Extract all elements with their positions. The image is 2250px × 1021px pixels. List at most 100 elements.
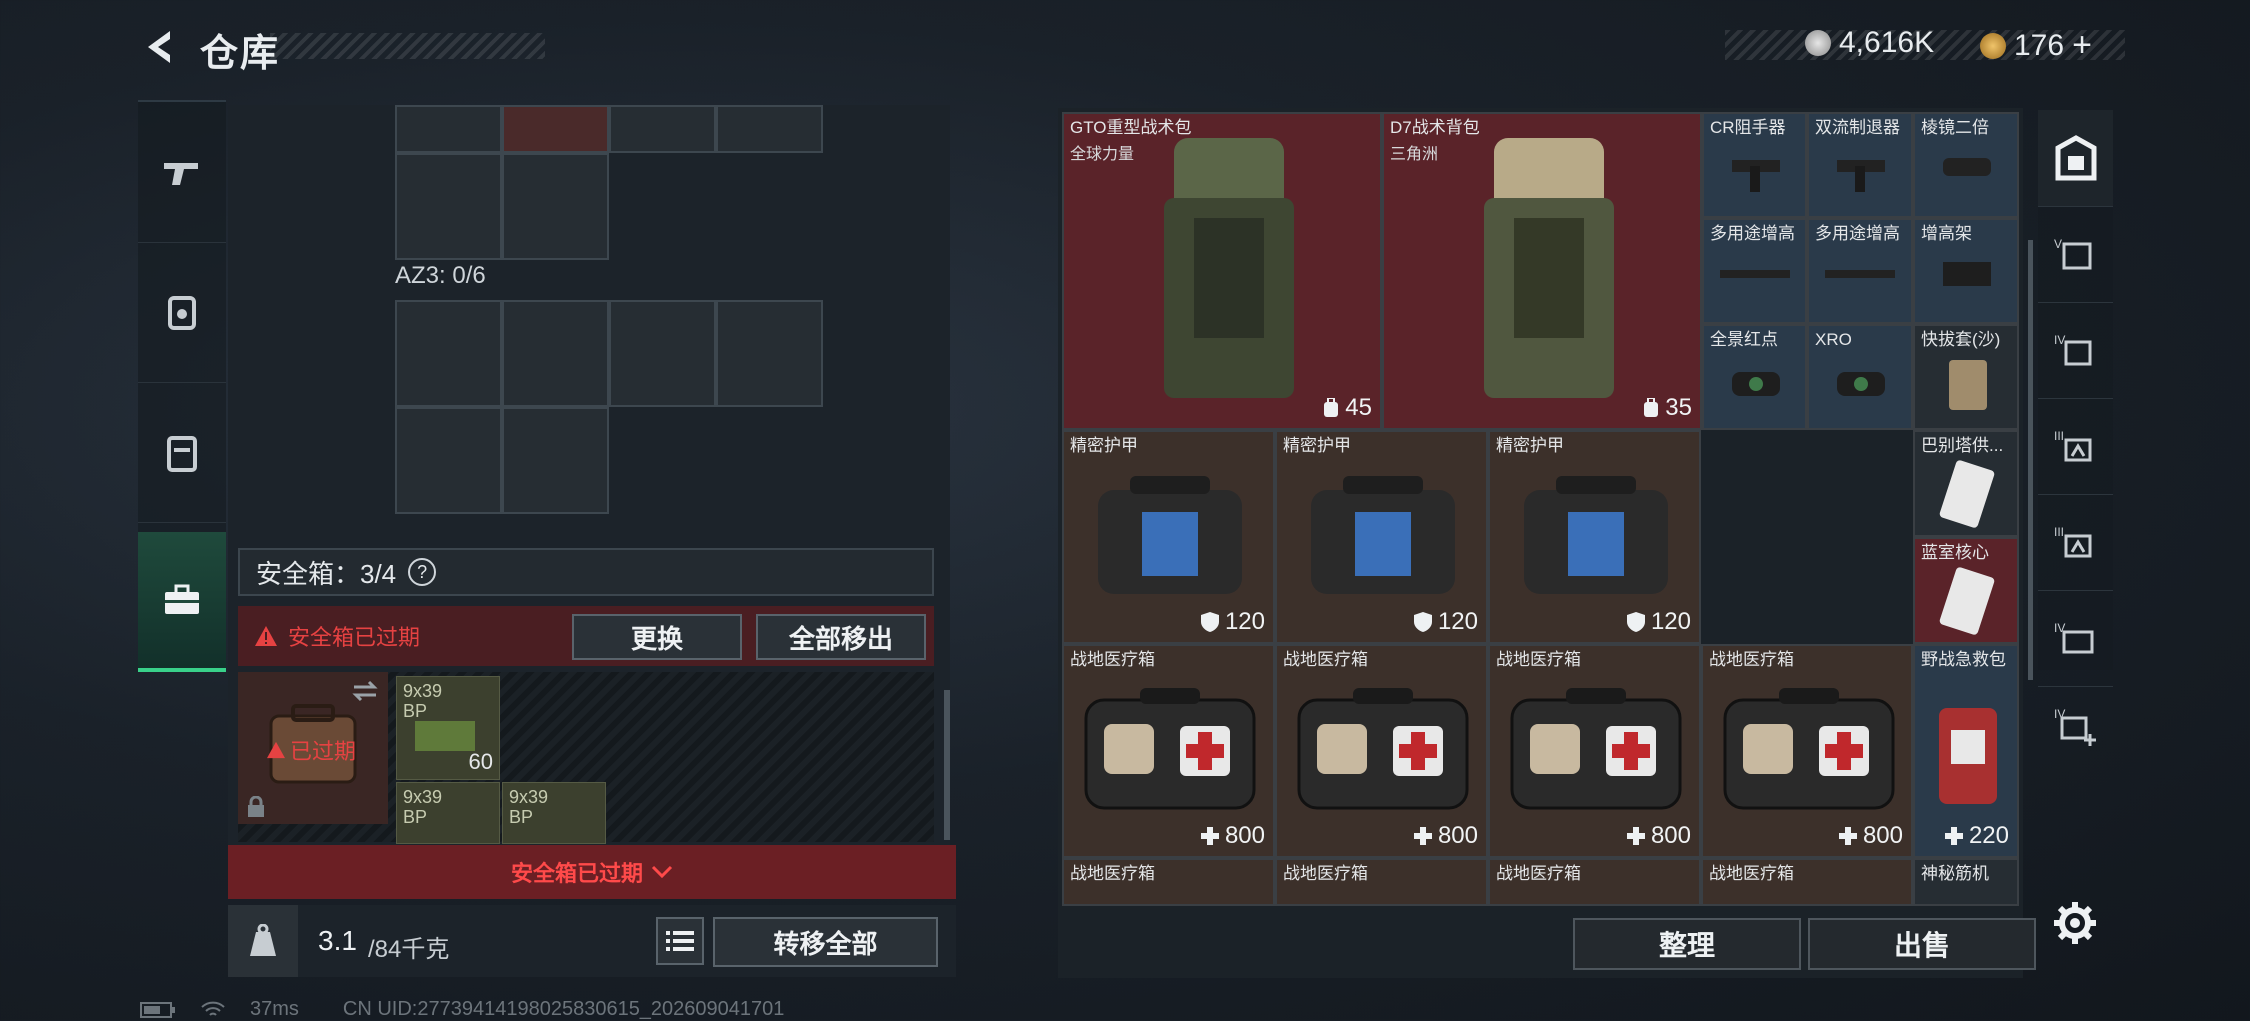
storage-item[interactable]: 战地医疗箱 800 (1701, 644, 1913, 858)
tab-safe-box[interactable] (138, 532, 226, 672)
list-view-button[interactable] (656, 917, 704, 965)
az3-slot[interactable] (502, 300, 609, 407)
grid-slot[interactable] (395, 105, 502, 153)
item-value-text: 800 (1224, 822, 1265, 849)
item-name: 野战急救包 (1921, 650, 2006, 669)
ammo-item[interactable]: 9x39 BP (396, 782, 500, 844)
az3-slot[interactable] (502, 407, 609, 514)
iv-folder-icon: IV (2054, 621, 2093, 654)
storage-item[interactable]: 战地医疗箱 (1062, 858, 1275, 906)
ping-text: 37ms (250, 998, 299, 1020)
add-currency-icon[interactable]: + (2072, 26, 2092, 65)
warning-icon (255, 626, 277, 646)
item-value: 45 (1322, 394, 1372, 422)
item-name: 战地医疗箱 (1070, 650, 1155, 669)
safe-box-case[interactable]: 已过期 (238, 672, 388, 824)
sell-button[interactable]: 出售 (1808, 918, 2036, 970)
chevron-down-icon (651, 865, 673, 879)
az3-slot[interactable] (716, 300, 823, 407)
storage-item[interactable]: 战地医疗箱 800 (1062, 644, 1275, 858)
storage-item[interactable]: 战地医疗箱 (1488, 858, 1701, 906)
storage-item[interactable]: CR阻手器 (1702, 112, 1807, 218)
item-name: 双流制退器 (1815, 118, 1900, 137)
az3-slot[interactable] (395, 300, 502, 407)
settings-button[interactable] (2052, 900, 2098, 946)
storage-item[interactable]: 多用途增高 (1702, 218, 1807, 324)
storage-item[interactable]: 全景红点 (1702, 324, 1807, 430)
ammo-item[interactable]: 9x39 BP (502, 782, 606, 844)
grid-slot[interactable] (395, 153, 502, 260)
az3-slot[interactable] (395, 407, 502, 514)
swap-icon[interactable] (352, 680, 378, 702)
tab-iii-armor-2[interactable]: III (2038, 494, 2113, 591)
remove-all-button[interactable]: 全部移出 (756, 614, 926, 660)
storage-item[interactable]: 战地医疗箱 (1701, 858, 1913, 906)
scrollbar[interactable] (944, 690, 950, 840)
storage-item[interactable]: 蓝室核心 (1913, 537, 2019, 644)
storage-item[interactable]: D7战术背包 三角洲 35 (1382, 112, 1702, 430)
storage-item[interactable]: GTO重型战术包 全球力量 45 (1062, 112, 1382, 430)
help-icon[interactable]: ? (408, 558, 437, 586)
item-value: 220 (1944, 822, 2009, 850)
backpack-image (1164, 138, 1294, 398)
storage-item[interactable]: 神秘筋机 (1913, 858, 2019, 906)
tab-iv-add[interactable]: IV (2038, 686, 2113, 766)
gold-currency[interactable]: 176 + (1980, 26, 2092, 65)
page-title: 仓库 (200, 33, 281, 75)
tab-iii-armor[interactable]: III (2038, 398, 2113, 495)
grid-slot[interactable] (502, 153, 609, 260)
item-value: 800 (1413, 822, 1478, 850)
armor-image (1311, 476, 1455, 594)
storage-item[interactable]: 巴别塔供... (1913, 430, 2019, 537)
shield-icon (1413, 612, 1432, 632)
tab-weapons[interactable] (138, 102, 226, 243)
gear-icon (2054, 902, 2096, 944)
storage-item[interactable]: XRO (1807, 324, 1913, 430)
storage-item[interactable]: 快拔套(沙) (1913, 324, 2019, 430)
medkit-image (1510, 688, 1682, 810)
rail-image (1825, 270, 1895, 278)
storage-item[interactable]: 战地医疗箱 800 (1275, 644, 1488, 858)
storage-scrollbar[interactable] (2028, 240, 2033, 680)
tab-iv-folder[interactable]: IV (2038, 590, 2113, 687)
storage-item[interactable]: 战地医疗箱 800 (1488, 644, 1701, 858)
iii-armor-icon: III (2054, 525, 2091, 558)
rail-image (1720, 270, 1790, 278)
expired-warning-text: 安全箱已过期 (288, 625, 421, 650)
transfer-all-button[interactable]: 转移全部 (713, 917, 938, 967)
storage-item[interactable]: 多用途增高 (1807, 218, 1913, 324)
tab-backpack[interactable] (138, 382, 226, 523)
item-name: 战地医疗箱 (1496, 650, 1581, 669)
tab-iv-vest[interactable]: IV (2038, 302, 2113, 399)
storage-item[interactable]: 精密护甲 120 (1275, 430, 1488, 644)
scope-image (1943, 158, 1991, 176)
back-button[interactable] (135, 22, 185, 72)
ammo-name: 9x39 (403, 681, 443, 701)
grid-slot[interactable] (716, 105, 823, 153)
sort-button[interactable]: 整理 (1573, 918, 1801, 970)
item-value-text: 800 (1650, 822, 1691, 849)
item-name: 战地医疗箱 (1709, 650, 1794, 669)
safe-box-header: 安全箱：3/4 ? (238, 548, 934, 596)
safe-box-expired-footer[interactable]: 安全箱已过期 (228, 845, 956, 899)
storage-item[interactable]: 双流制退器 (1807, 112, 1913, 218)
ammo-item[interactable]: 9x39 BP 60 (396, 676, 500, 780)
storage-item[interactable]: 野战急救包 220 (1913, 644, 2019, 858)
storage-item[interactable]: 战地医疗箱 (1275, 858, 1488, 906)
attachment-image (1732, 160, 1780, 192)
grid-slot[interactable] (609, 105, 716, 153)
storage-item[interactable]: 增高架 (1913, 218, 2019, 324)
storage-item[interactable]: 精密护甲 120 (1062, 430, 1275, 644)
storage-item[interactable]: 精密护甲 120 (1488, 430, 1701, 644)
item-value-text: 800 (1862, 822, 1903, 849)
tab-safe[interactable] (2038, 110, 2113, 207)
replace-button[interactable]: 更换 (572, 614, 742, 660)
item-value-text: 120 (1437, 608, 1478, 635)
storage-item[interactable]: 棱镜二倍 (1913, 112, 2019, 218)
grid-slot[interactable] (502, 105, 609, 153)
weight-value: 3.1 (318, 925, 357, 956)
az3-slot[interactable] (609, 300, 716, 407)
tab-vest[interactable]: V (2038, 206, 2113, 303)
heal-icon (1200, 827, 1219, 845)
tab-helmet[interactable] (138, 242, 226, 383)
